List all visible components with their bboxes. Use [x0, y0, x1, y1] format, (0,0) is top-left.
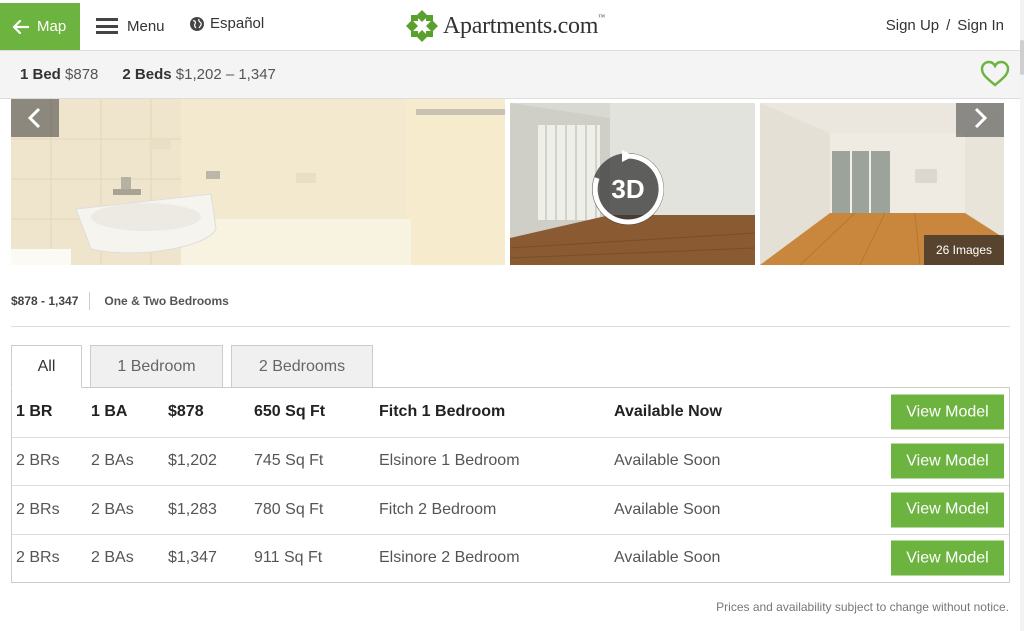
page-scrollbar[interactable]	[1020, 0, 1024, 631]
availability-cell: Available Soon	[614, 452, 721, 470]
price-range: $878 - 1,347	[11, 294, 79, 308]
beds-cell: 2 BRs	[16, 549, 60, 567]
baths-cell: 2 BAs	[91, 500, 134, 518]
image-count-badge[interactable]: 26 Images	[923, 235, 1004, 265]
availability-cell: Available Soon	[614, 549, 721, 567]
sqft-cell: 780 Sq Ft	[254, 500, 324, 518]
price-subbar: 1 Bed $878 2 Beds $1,202 – 1,347	[0, 51, 1020, 99]
model-name-cell: Elsinore 1 Bedroom	[379, 452, 520, 470]
chevron-left-icon	[27, 107, 41, 129]
availability-cell: Available Soon	[614, 500, 721, 518]
menu-label: Menu	[127, 17, 165, 35]
3d-label: 3D	[611, 173, 645, 204]
two-bed-price: 2 Beds $1,202 – 1,347	[122, 66, 276, 83]
map-label: Map	[37, 18, 67, 35]
baths-cell: 1 BA	[91, 403, 128, 421]
photo-gallery: 3D 26 Images	[11, 99, 1004, 266]
table-row: 2 BRs 2 BAs $1,283 780 Sq Ft Fitch 2 Bed…	[12, 485, 1009, 534]
bathroom-photo[interactable]	[11, 99, 505, 265]
beds-cell: 1 BR	[16, 403, 53, 421]
bathroom-illustration	[11, 99, 505, 265]
floorplan-table: 1 BR 1 BA $878 650 Sq Ft Fitch 1 Bedroom…	[11, 387, 1010, 583]
baths-cell: 2 BAs	[91, 549, 134, 567]
price-cell: $1,347	[168, 549, 217, 567]
price-cell: $1,202	[168, 452, 217, 470]
model-name-cell: Elsinore 2 Bedroom	[379, 549, 520, 567]
language-label: Español	[210, 15, 265, 32]
price-summary: 1 Bed $878 2 Beds $1,202 – 1,347	[20, 66, 276, 83]
model-name-cell: Fitch 1 Bedroom	[379, 403, 506, 421]
view-model-button[interactable]: View Model	[891, 492, 1004, 528]
bedroom-types: One & Two Bedrooms	[104, 294, 229, 308]
arrow-left-icon	[13, 19, 29, 34]
tab-2-bedrooms[interactable]: 2 Bedrooms	[231, 345, 373, 388]
sqft-cell: 650 Sq Ft	[254, 403, 326, 421]
auth-links: Sign Up / Sign In	[886, 17, 1004, 34]
menu-button[interactable]: Menu	[96, 14, 165, 38]
view-model-button[interactable]: View Model	[891, 443, 1004, 479]
living-room-3d-photo[interactable]: 3D	[510, 103, 755, 265]
language-link[interactable]: Español	[189, 15, 264, 32]
globe-icon	[190, 16, 204, 31]
logo-text: Apartments.com™	[443, 12, 605, 39]
heart-icon[interactable]	[980, 60, 1010, 88]
baths-cell: 2 BAs	[91, 452, 134, 470]
table-row: 2 BRs 2 BAs $1,347 911 Sq Ft Elsinore 2 …	[12, 533, 1009, 583]
apartments-logo[interactable]: Apartments.com™	[405, 9, 605, 43]
summary-divider	[89, 292, 91, 310]
section-divider	[11, 326, 1010, 327]
view-model-button[interactable]: View Model	[891, 540, 1004, 576]
table-row: 1 BR 1 BA $878 650 Sq Ft Fitch 1 Bedroom…	[12, 388, 1009, 437]
site-header: Map Menu Español Apartments.com™ Sign Up…	[0, 0, 1020, 51]
tab-1-bedroom[interactable]: 1 Bedroom	[90, 345, 223, 388]
availability-cell: Available Now	[614, 403, 722, 421]
price-cell: $1,283	[168, 500, 217, 518]
scrollbar-thumb[interactable]	[1020, 40, 1024, 75]
sqft-cell: 745 Sq Ft	[254, 452, 324, 470]
hamburger-icon	[96, 18, 118, 34]
model-name-cell: Fitch 2 Bedroom	[379, 500, 497, 518]
logo-mark-icon	[406, 10, 438, 42]
sqft-cell: 911 Sq Ft	[254, 549, 323, 567]
pricing-disclaimer: Prices and availability subject to chang…	[716, 600, 1009, 614]
chevron-right-icon	[974, 107, 988, 129]
bedroom-photo[interactable]: 26 Images	[760, 103, 1004, 265]
3d-tour-badge[interactable]: 3D	[589, 150, 667, 228]
one-bed-price: 1 Bed $878	[20, 66, 99, 83]
previous-photo-button[interactable]	[11, 99, 59, 137]
view-model-button[interactable]: View Model	[891, 394, 1004, 430]
next-photo-button[interactable]	[956, 103, 1004, 137]
listing-summary: $878 - 1,347 One & Two Bedrooms	[11, 292, 229, 310]
beds-cell: 2 BRs	[16, 500, 60, 518]
tab-all[interactable]: All	[11, 345, 82, 388]
table-row: 2 BRs 2 BAs $1,202 745 Sq Ft Elsinore 1 …	[12, 436, 1009, 486]
sign-up-link[interactable]: Sign Up	[886, 17, 939, 34]
beds-cell: 2 BRs	[16, 452, 60, 470]
auth-separator: /	[946, 17, 951, 34]
price-cell: $878	[168, 403, 204, 421]
sign-in-link[interactable]: Sign In	[957, 17, 1004, 34]
floorplan-tabs: All 1 Bedroom 2 Bedrooms	[11, 345, 381, 388]
map-button[interactable]: Map	[0, 3, 80, 50]
